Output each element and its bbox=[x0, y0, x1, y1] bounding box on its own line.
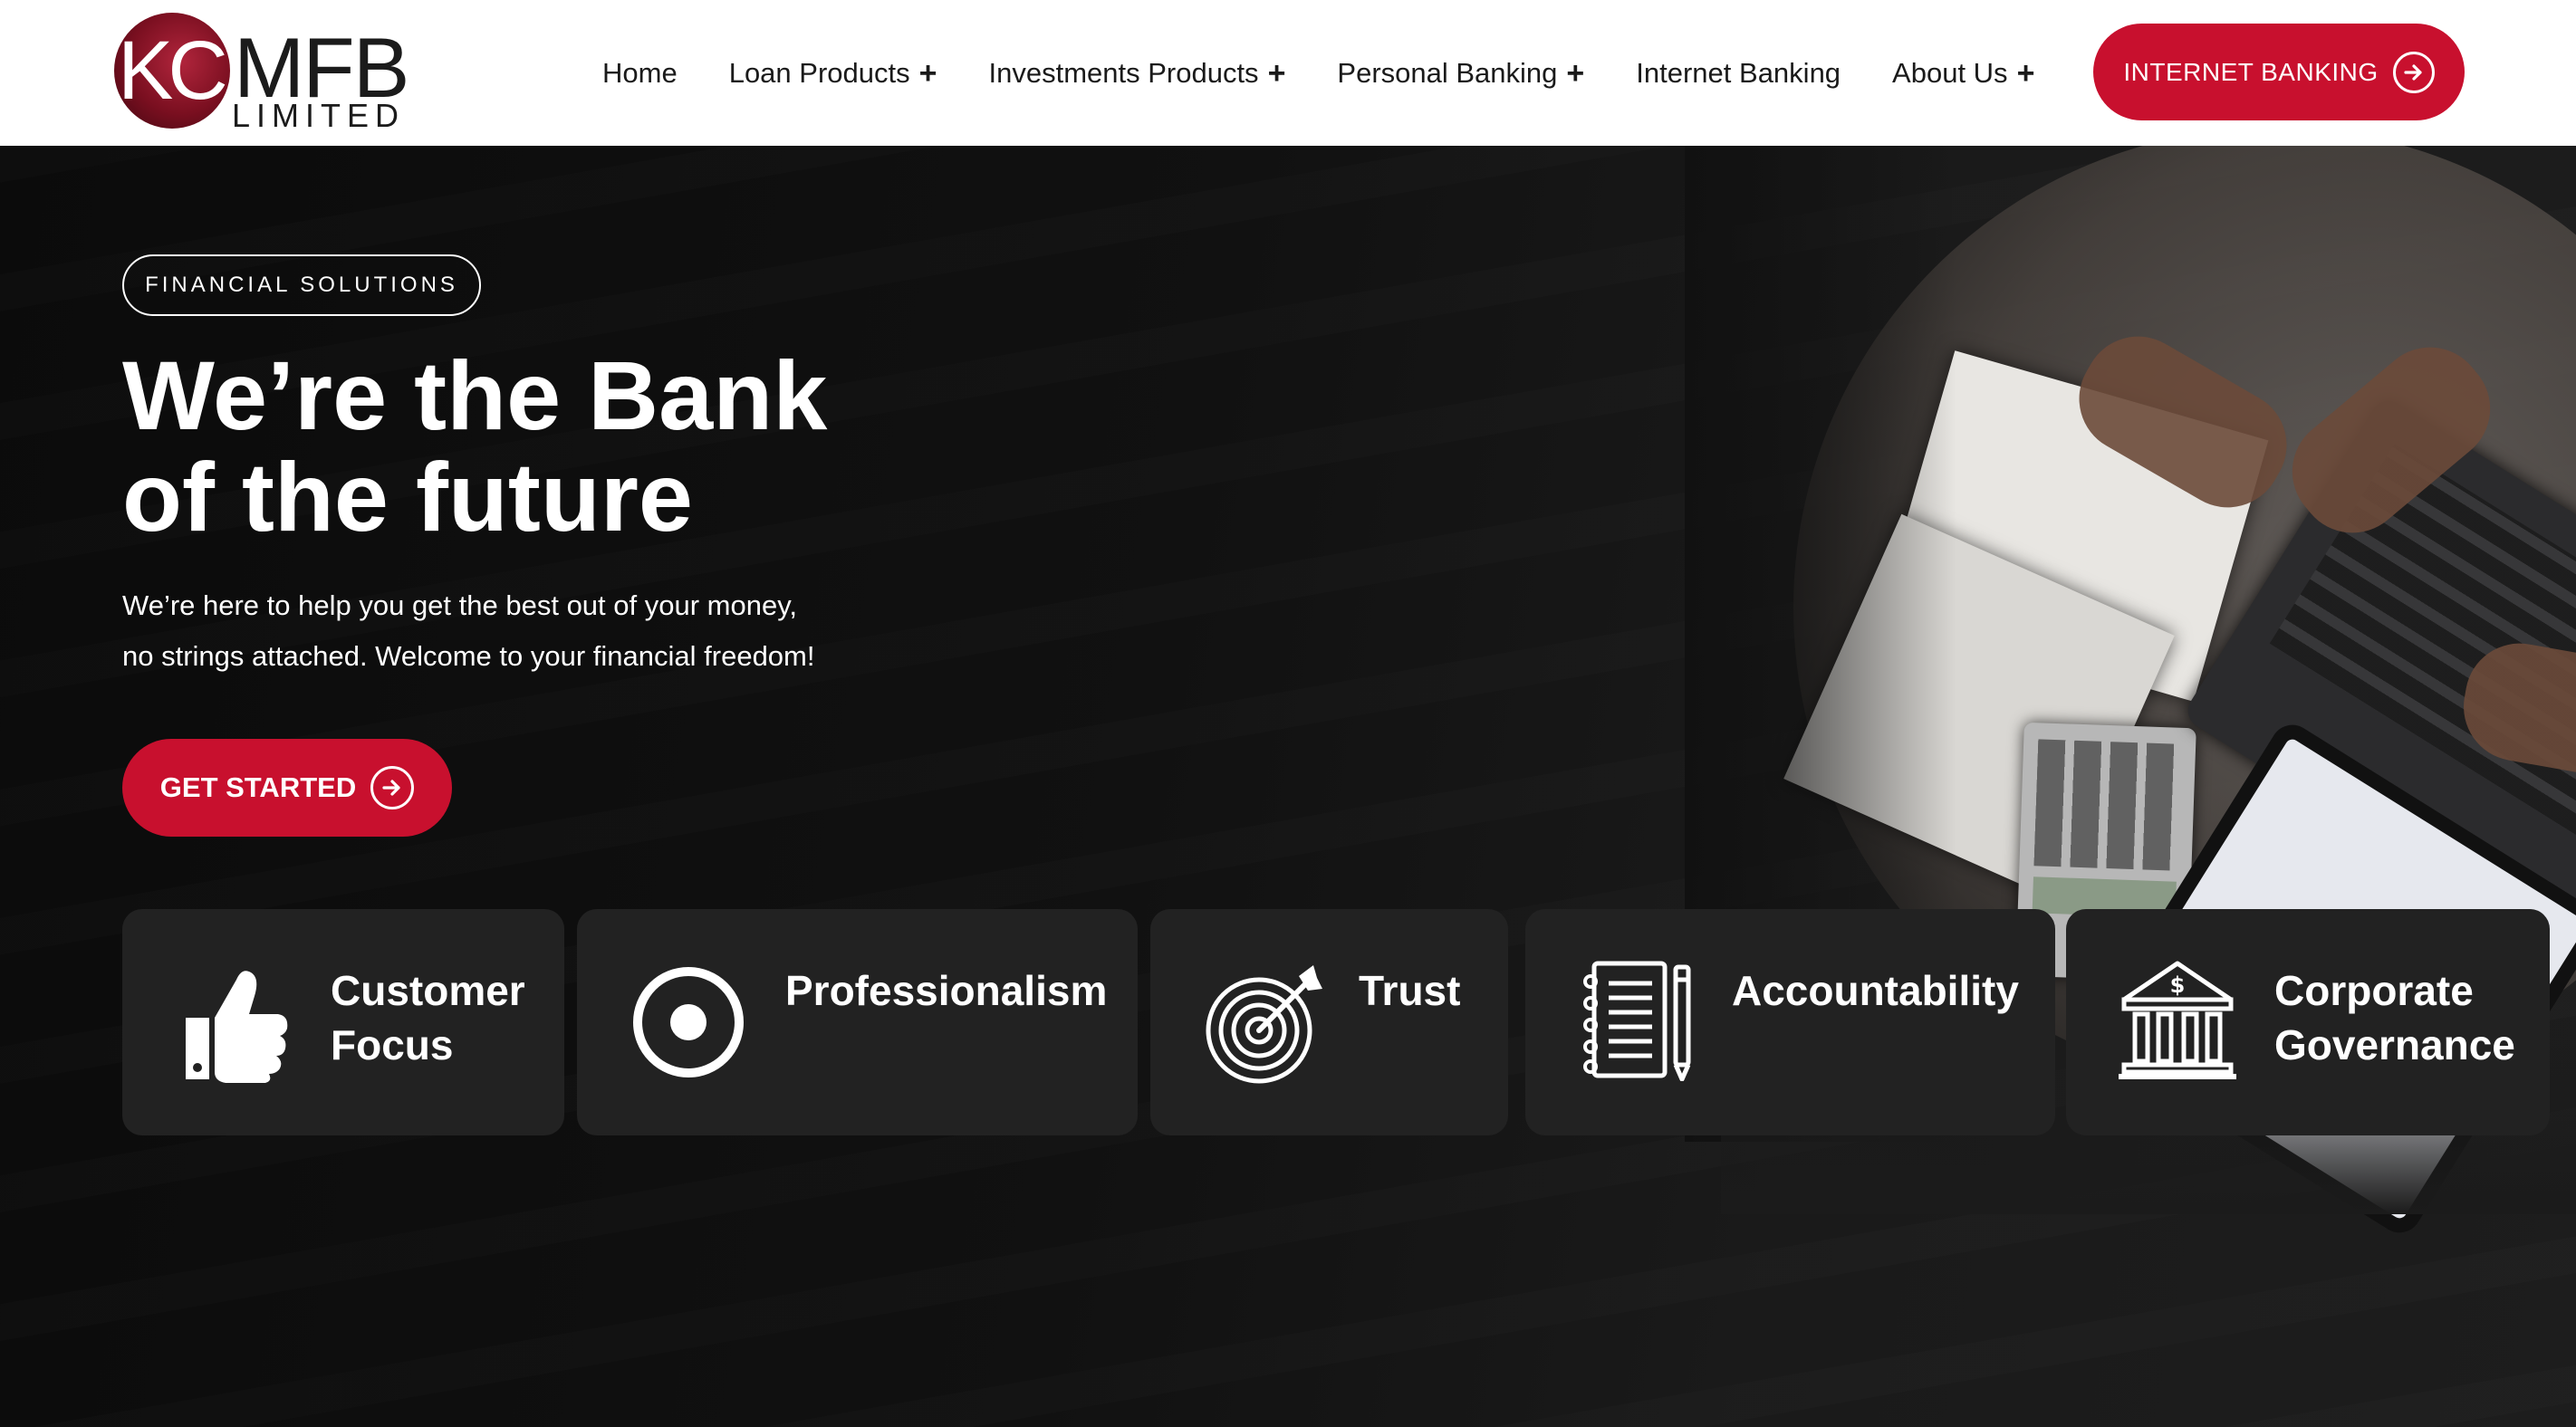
value-card-customer-focus: Customer Focus bbox=[122, 909, 564, 1135]
thumbs-up-icon bbox=[173, 962, 291, 1089]
svg-text:$: $ bbox=[2170, 972, 2186, 998]
value-card-trust: Trust bbox=[1150, 909, 1508, 1135]
arrow-right-circle-icon bbox=[370, 766, 415, 809]
internet-banking-button[interactable]: INTERNET BANKING bbox=[2093, 24, 2465, 120]
nav-item-home[interactable]: Home bbox=[602, 57, 678, 90]
plus-icon: + bbox=[1267, 56, 1286, 91]
plus-icon: + bbox=[918, 56, 937, 91]
value-card-label-line-1: Professionalism bbox=[785, 967, 1108, 1014]
value-card-label-line-1: Corporate bbox=[2274, 967, 2474, 1014]
logo-kc-text: KC bbox=[118, 24, 228, 117]
value-card-label-line-1: Accountability bbox=[1732, 967, 2019, 1014]
nav-item-label: Personal Banking bbox=[1337, 57, 1558, 89]
nav-item-about-us[interactable]: About Us + bbox=[1892, 57, 2034, 90]
notebook-pencil-icon bbox=[1581, 960, 1697, 1086]
value-card-label: Professionalism bbox=[785, 963, 1107, 1018]
hero-title: We’re the Bank of the future bbox=[122, 345, 937, 548]
value-card-label: Trust bbox=[1359, 963, 1460, 1018]
value-card-accountability: Accountability bbox=[1525, 909, 2055, 1135]
nav-item-personal-banking[interactable]: Personal Banking + bbox=[1337, 57, 1584, 90]
value-card-label: Customer Focus bbox=[331, 963, 525, 1072]
hero-title-line-2: of the future bbox=[122, 442, 693, 551]
value-card-label: Corporate Governance bbox=[2274, 963, 2515, 1072]
nav-item-investments-products[interactable]: Investments Products + bbox=[988, 57, 1285, 90]
nav-item-label: About Us bbox=[1892, 57, 2008, 89]
value-card-label-line-2: Governance bbox=[2274, 1021, 2515, 1068]
hero-title-line-1: We’re the Bank bbox=[122, 340, 828, 450]
get-started-button-label: GET STARTED bbox=[159, 771, 357, 803]
hero-subtitle: We’re here to help you get the best out … bbox=[122, 580, 901, 682]
plus-icon: + bbox=[1566, 56, 1585, 91]
value-card-label: Accountability bbox=[1732, 963, 2019, 1018]
get-started-button[interactable]: GET STARTED bbox=[122, 739, 452, 837]
bullseye-arrow-icon bbox=[1203, 963, 1326, 1091]
nav-item-label: Internet Banking bbox=[1636, 57, 1841, 89]
nav-item-label: Investments Products bbox=[988, 57, 1259, 89]
logo-limited-text: LIMITED bbox=[232, 97, 406, 134]
value-card-label-line-1: Trust bbox=[1359, 967, 1461, 1014]
kcmfb-logo[interactable]: KC MFB LIMITED bbox=[114, 13, 409, 134]
plus-icon: + bbox=[2016, 56, 2035, 91]
nav-item-internet-banking[interactable]: Internet Banking bbox=[1636, 57, 1841, 90]
value-card-professionalism: Professionalism bbox=[577, 909, 1138, 1135]
hero-photo-calculator-keys bbox=[2033, 739, 2182, 871]
nav-item-loan-products[interactable]: Loan Products + bbox=[729, 57, 937, 90]
hero-subtitle-line-1: We’re here to help you get the best out … bbox=[122, 589, 798, 621]
main-nav: Home Loan Products + Investments Product… bbox=[602, 51, 2034, 96]
hero-section: FINANCIAL SOLUTIONS We’re the Bank of th… bbox=[0, 146, 2576, 1427]
financial-solutions-tag: FINANCIAL SOLUTIONS bbox=[122, 254, 481, 316]
value-card-label-line-2: Focus bbox=[331, 1021, 454, 1068]
hero-subtitle-line-2: no strings attached. Welcome to your fin… bbox=[122, 640, 815, 672]
bank-building-icon: $ bbox=[2117, 958, 2238, 1086]
value-card-label-line-1: Customer bbox=[331, 967, 525, 1014]
nav-item-label: Loan Products bbox=[728, 57, 910, 89]
target-circle-icon bbox=[631, 965, 745, 1084]
site-header: KC MFB LIMITED Home Loan Products + Inve… bbox=[0, 0, 2576, 146]
nav-item-label: Home bbox=[602, 57, 678, 89]
arrow-right-circle-icon bbox=[2392, 51, 2435, 93]
value-card-corporate-governance: $ Corporate Governance bbox=[2066, 909, 2550, 1135]
internet-banking-button-label: INTERNET BANKING bbox=[2123, 57, 2379, 86]
